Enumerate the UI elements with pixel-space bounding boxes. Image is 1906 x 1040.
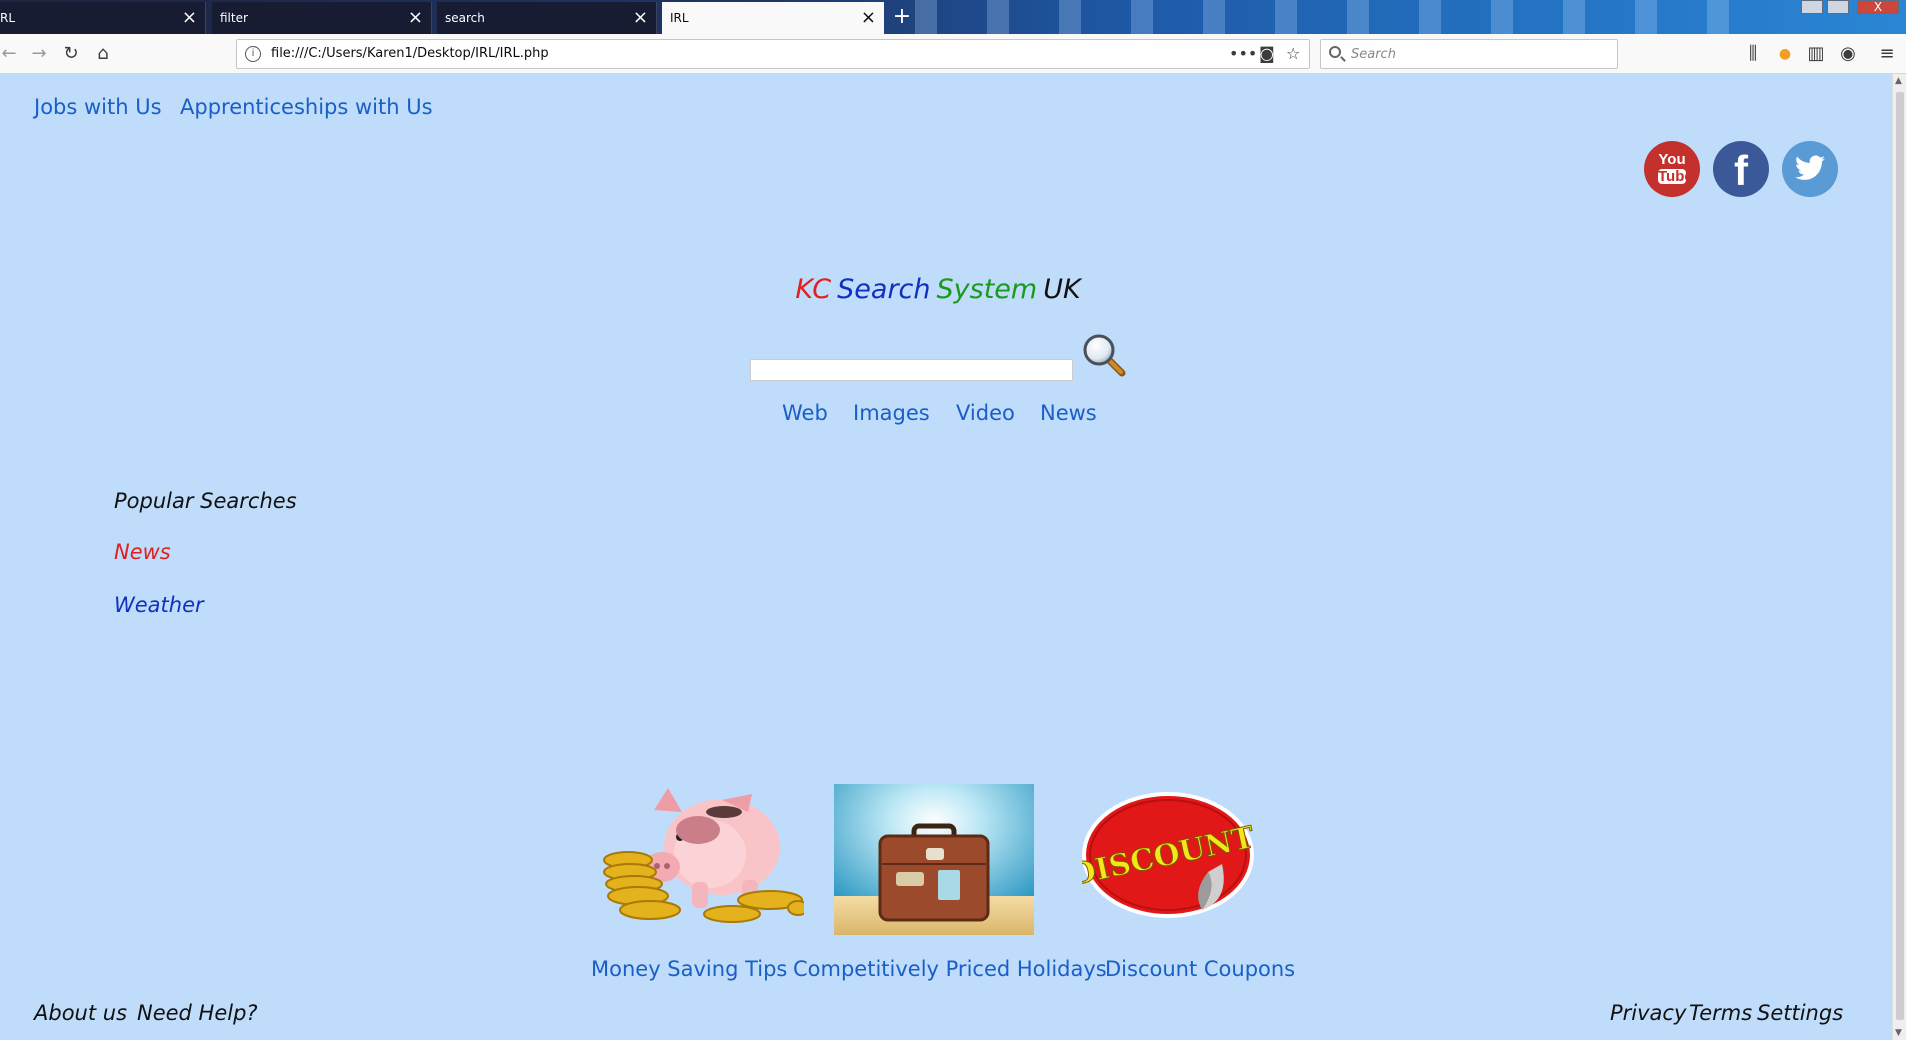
facebook-icon[interactable]: f: [1713, 141, 1769, 197]
need-help-link[interactable]: Need Help?: [137, 1001, 258, 1025]
back-icon[interactable]: ←: [0, 34, 22, 74]
browser-search-input[interactable]: [1351, 43, 1611, 65]
vertical-images-link[interactable]: Images: [853, 401, 930, 425]
discount-coupons-link[interactable]: Discount Coupons: [1105, 957, 1295, 981]
magnifier-icon: [1083, 334, 1126, 377]
window-close-icon[interactable]: X: [1857, 0, 1899, 14]
maximize-icon[interactable]: [1827, 0, 1849, 14]
tab-irl[interactable]: IRL ×: [662, 2, 884, 34]
title-part-kc: KC: [795, 274, 832, 305]
privacy-link[interactable]: Privacy: [1610, 1001, 1686, 1025]
settings-link[interactable]: Settings: [1757, 1001, 1843, 1025]
scroll-up-icon[interactable]: ▲: [1895, 76, 1902, 86]
close-icon[interactable]: ×: [633, 2, 648, 34]
holidays-link[interactable]: Competitively Priced Holidays: [793, 957, 1107, 981]
search-button[interactable]: [1082, 333, 1126, 377]
vertical-news-link[interactable]: News: [1040, 401, 1097, 425]
search-input[interactable]: [750, 359, 1073, 381]
close-icon[interactable]: ×: [182, 2, 197, 34]
money-saving-tips-link[interactable]: Money Saving Tips: [591, 957, 787, 981]
close-icon[interactable]: ×: [408, 2, 423, 34]
title-part-search: Search: [837, 274, 931, 305]
page-actions-icon[interactable]: •••: [1229, 40, 1257, 68]
site-info-icon[interactable]: i: [245, 46, 261, 62]
search-icon: [1329, 46, 1341, 58]
bookmark-star-icon[interactable]: ☆: [1286, 40, 1300, 68]
tab-label: RL: [0, 11, 16, 25]
terms-link[interactable]: Terms: [1689, 1001, 1752, 1025]
twitter-icon[interactable]: [1782, 141, 1838, 197]
pocket-icon[interactable]: ◙: [1259, 40, 1275, 68]
youtube-icon[interactable]: You Tube: [1644, 141, 1700, 197]
new-tab-icon[interactable]: +: [892, 2, 912, 32]
piggy-bank-image[interactable]: [602, 782, 809, 934]
account-icon[interactable]: ◉: [1835, 34, 1861, 74]
scroll-down-icon[interactable]: ▼: [1895, 1028, 1902, 1038]
tab-filter[interactable]: filter ×: [212, 2, 432, 34]
tab-bar: RL × filter × search × IRL × + X: [0, 0, 1906, 34]
reload-icon[interactable]: ↻: [58, 34, 84, 74]
title-part-uk: UK: [1043, 274, 1081, 305]
tab-rl[interactable]: RL ×: [0, 2, 206, 34]
navigation-toolbar: ← → ↻ ⌂ i file:///C:/Users/Karen1/Deskto…: [0, 34, 1906, 74]
tab-search[interactable]: search ×: [437, 2, 657, 34]
library-icon[interactable]: ⫼: [1740, 34, 1766, 74]
holiday-suitcase-image[interactable]: [834, 784, 1034, 935]
url-bar[interactable]: i file:///C:/Users/Karen1/Desktop/IRL/IR…: [236, 39, 1310, 69]
title-part-system: System: [936, 274, 1038, 305]
popular-item-weather[interactable]: Weather: [114, 593, 204, 617]
scrollbar-thumb[interactable]: [1896, 92, 1904, 1020]
close-icon[interactable]: ×: [861, 2, 876, 34]
home-icon[interactable]: ⌂: [90, 34, 116, 74]
minimize-icon[interactable]: [1801, 0, 1823, 14]
popular-item-news[interactable]: News: [114, 540, 171, 564]
tab-bar-theme: [885, 0, 1746, 34]
tab-label: IRL: [670, 11, 689, 25]
url-text[interactable]: file:///C:/Users/Karen1/Desktop/IRL/IRL.…: [271, 40, 549, 68]
tab-label: search: [445, 11, 485, 25]
discount-sticker-image[interactable]: DISCOUNT: [1066, 792, 1259, 918]
jobs-link[interactable]: Jobs with Us: [34, 95, 162, 119]
forward-icon[interactable]: →: [26, 34, 52, 74]
apprenticeships-link[interactable]: Apprenticeships with Us: [180, 95, 433, 119]
menu-icon[interactable]: ≡: [1874, 34, 1900, 74]
browser-search-bar[interactable]: [1320, 39, 1618, 69]
site-title: KC Search System UK: [0, 274, 1876, 305]
tab-label: filter: [220, 11, 248, 25]
sidebar-icon[interactable]: ▥: [1803, 34, 1829, 74]
vertical-web-link[interactable]: Web: [782, 401, 828, 425]
about-us-link[interactable]: About us: [34, 1001, 127, 1025]
extension-icon[interactable]: ●: [1772, 34, 1798, 74]
popular-searches-heading: Popular Searches: [114, 489, 297, 513]
vertical-video-link[interactable]: Video: [956, 401, 1015, 425]
page-scrollbar[interactable]: ▲ ▼: [1892, 74, 1906, 1040]
